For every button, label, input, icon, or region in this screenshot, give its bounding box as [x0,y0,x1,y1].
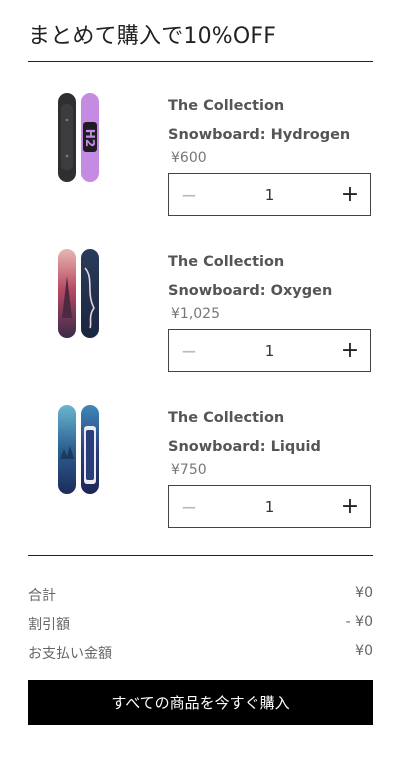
product-item: The Collection Snowboard: Liquid ¥750 − … [0,404,406,544]
discount-row: 割引額 - ¥0 [28,614,373,634]
plus-icon[interactable]: + [330,486,370,527]
product-price: ¥600 [171,150,207,166]
quantity-stepper: − 1 + [168,485,371,528]
minus-icon[interactable]: − [169,174,209,215]
snowboard-hydrogen-image: H2 [58,93,99,182]
quantity-value[interactable]: 1 [209,174,330,215]
quantity-value[interactable]: 1 [209,486,330,527]
total-row: お支払い金額 ¥0 [28,643,373,663]
product-item: H2 The Collection Snowboard: Hydrogen ¥6… [0,92,406,232]
plus-icon[interactable]: + [330,174,370,215]
minus-icon[interactable]: − [169,486,209,527]
plus-icon[interactable]: + [330,330,370,371]
minus-icon[interactable]: − [169,330,209,371]
snowboard-liquid-image [58,405,99,494]
bundle-offer-panel: まとめて購入で10%OFF H2 The Collection Snowboar… [0,0,406,757]
subtotal-row: 合計 ¥0 [28,585,373,605]
quantity-stepper: − 1 + [168,329,371,372]
discount-value: - ¥0 [345,614,373,630]
product-name[interactable]: The Collection Snowboard: Oxygen [168,248,378,306]
page-title: まとめて購入で10%OFF [28,24,277,49]
discount-label: 割引額 [28,617,70,633]
divider [28,555,373,556]
quantity-stepper: − 1 + [168,173,371,216]
total-label: お支払い金額 [28,646,112,662]
divider [28,61,373,62]
snowboard-oxygen-image [58,249,99,338]
product-item: The Collection Snowboard: Oxygen ¥1,025 … [0,248,406,388]
quantity-value[interactable]: 1 [209,330,330,371]
product-price: ¥1,025 [171,306,220,322]
product-name[interactable]: The Collection Snowboard: Liquid [168,404,378,462]
buy-all-button[interactable]: すべての商品を今すぐ購入 [28,680,373,725]
total-value: ¥0 [355,643,373,659]
product-price: ¥750 [171,462,207,478]
svg-text:H2: H2 [83,129,97,147]
product-name[interactable]: The Collection Snowboard: Hydrogen [168,92,378,150]
subtotal-value: ¥0 [355,585,373,601]
subtotal-label: 合計 [28,588,56,604]
